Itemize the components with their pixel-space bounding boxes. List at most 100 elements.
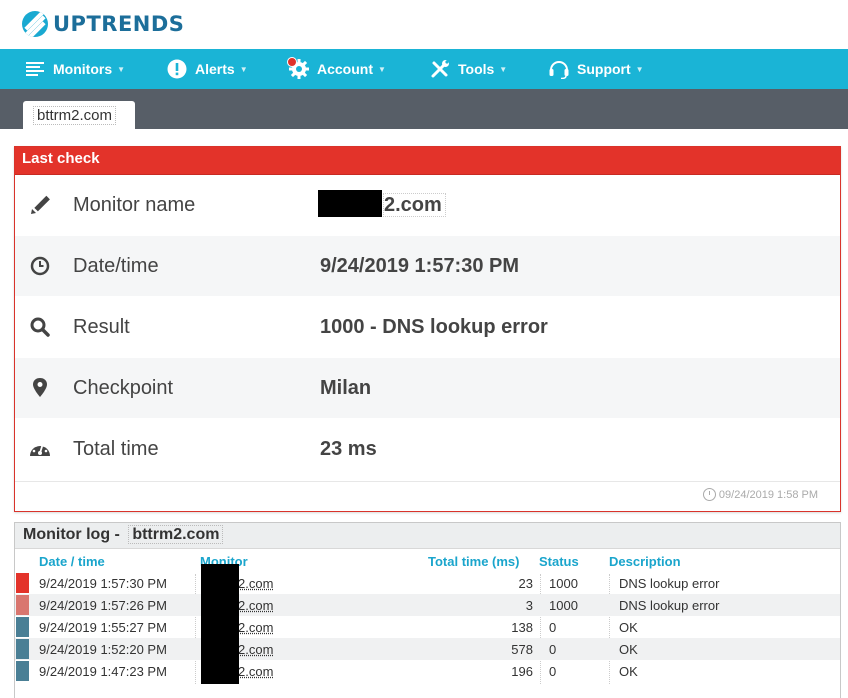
log-row[interactable]: 9/24/2019 1:52:20 PM 2.com 578 0 OK [15,638,840,660]
status-color-indicator [16,573,29,593]
tab-monitor-label: bttrm2.com [33,106,117,125]
nav-support[interactable]: Support ▼ [548,49,644,89]
log-datetime: 9/24/2019 1:57:30 PM [39,576,167,591]
log-description: OK [619,620,638,635]
col-header-description[interactable]: Description [609,554,681,569]
log-total-time: 578 [511,642,533,657]
nav-account-label: Account [317,61,373,77]
clock-icon [29,255,51,277]
detail-row-result: Result 1000 - DNS lookup error [15,297,840,357]
col-header-datetime[interactable]: Date / time [39,554,105,569]
redaction-block [318,189,382,217]
nav-monitors[interactable]: Monitors ▼ [24,49,125,89]
log-row[interactable]: 9/24/2019 1:47:23 PM 2.com 196 0 OK [15,660,840,682]
nav-tools[interactable]: Tools ▼ [429,49,507,89]
log-datetime: 9/24/2019 1:52:20 PM [39,642,167,657]
chevron-down-icon: ▼ [635,64,644,74]
chevron-down-icon: ▼ [378,64,386,74]
last-check-panel: Last check Monitor name 2.com Date/time … [14,146,841,512]
gear-icon [287,57,310,80]
top-header: UPTRENDS [0,0,848,50]
last-updated-text: 09/24/2019 1:58 PM [718,488,818,501]
col-header-status[interactable]: Status [539,554,579,569]
log-status: 1000 [549,576,578,591]
alert-icon [166,58,188,80]
speedometer-icon [29,438,51,460]
nav-account[interactable]: Account ▼ [287,49,386,89]
log-monitor-link[interactable]: 2.com [238,664,273,679]
clock-icon [702,488,716,501]
log-status: 0 [549,664,557,679]
log-description: DNS lookup error [619,598,720,613]
log-status: 0 [549,620,557,635]
log-total-time: 3 [525,598,533,613]
detail-value: 23 ms [320,438,377,460]
nav-support-label: Support [577,61,631,77]
log-total-time: 23 [518,576,533,591]
last-updated: 09/24/2019 1:58 PM [702,488,818,501]
logo-text: UPTRENDS [53,12,185,36]
detail-label: Monitor name [73,194,196,216]
status-color-indicator [16,617,29,637]
search-icon [29,316,51,338]
uptrends-logo[interactable]: UPTRENDS [22,11,184,37]
headset-icon [548,58,570,80]
detail-label: Result [73,316,130,338]
log-title: Monitor log - bttrm2.com [15,523,840,549]
detail-value: 9/24/2019 1:57:30 PM [320,255,520,277]
nav-monitors-label: Monitors [53,61,113,77]
log-row[interactable]: 9/24/2019 1:57:26 PM 2.com 3 1000 DNS lo… [15,594,840,616]
notification-dot [287,57,297,67]
log-datetime: 9/24/2019 1:47:23 PM [39,664,167,679]
logo-icon [22,11,48,37]
log-monitor-link[interactable]: 2.com [238,620,273,635]
col-header-total-time[interactable]: Total time (ms) [428,554,520,569]
nav-alerts[interactable]: Alerts ▼ [166,49,248,89]
detail-label: Total time [73,438,159,460]
log-row[interactable]: 9/24/2019 1:55:27 PM 2.com 138 0 OK [15,616,840,638]
detail-row-datetime: Date/time 9/24/2019 1:57:30 PM [15,236,840,296]
panel-footer: 09/24/2019 1:58 PM [15,481,840,512]
detail-value: 1000 - DNS lookup error [320,316,548,338]
log-description: DNS lookup error [619,576,720,591]
detail-label: Date/time [73,255,159,277]
log-description: OK [619,642,638,657]
chevron-down-icon: ▼ [117,64,126,74]
nav-alerts-label: Alerts [195,61,235,77]
detail-row-checkpoint: Checkpoint Milan [15,358,840,418]
pencil-icon [29,194,51,216]
log-title-domain: bttrm2.com [128,525,224,544]
log-monitor-link[interactable]: 2.com [238,576,273,591]
nav-tools-label: Tools [458,61,495,77]
log-description: OK [619,664,638,679]
log-status: 1000 [549,598,578,613]
log-total-time: 196 [511,664,533,679]
panel-title: Last check [15,147,840,175]
tools-icon [429,58,451,80]
tab-bar: bttrm2.com [0,89,848,129]
detail-row-monitor-name: Monitor name 2.com [15,175,840,235]
monitor-log-panel: Monitor log - bttrm2.com Date / time Mon… [14,522,841,698]
location-pin-icon [29,377,51,399]
redaction-block [201,564,239,684]
log-monitor-link[interactable]: 2.com [238,642,273,657]
monitor-name-value: 2.com [318,189,446,217]
monitor-name-text: 2.com [383,193,446,217]
main-nav: Monitors ▼ Alerts ▼ Account ▼ Tools ▼ Su… [0,49,848,89]
status-color-indicator [16,595,29,615]
detail-value: Milan [320,377,372,399]
detail-label: Checkpoint [73,377,174,399]
log-row[interactable]: 9/24/2019 1:57:30 PM 2.com 23 1000 DNS l… [15,572,840,594]
status-color-indicator [16,639,29,659]
log-monitor-link[interactable]: 2.com [238,598,273,613]
chevron-down-icon: ▼ [239,64,248,74]
log-datetime: 9/24/2019 1:57:26 PM [39,598,167,613]
status-color-indicator [16,661,29,681]
log-status: 0 [549,642,557,657]
log-title-label: Monitor log - [23,526,120,543]
tab-monitor[interactable]: bttrm2.com [23,101,135,129]
detail-row-total-time: Total time 23 ms [15,419,840,479]
list-icon [24,58,46,80]
log-datetime: 9/24/2019 1:55:27 PM [39,620,167,635]
chevron-down-icon: ▼ [499,64,508,74]
